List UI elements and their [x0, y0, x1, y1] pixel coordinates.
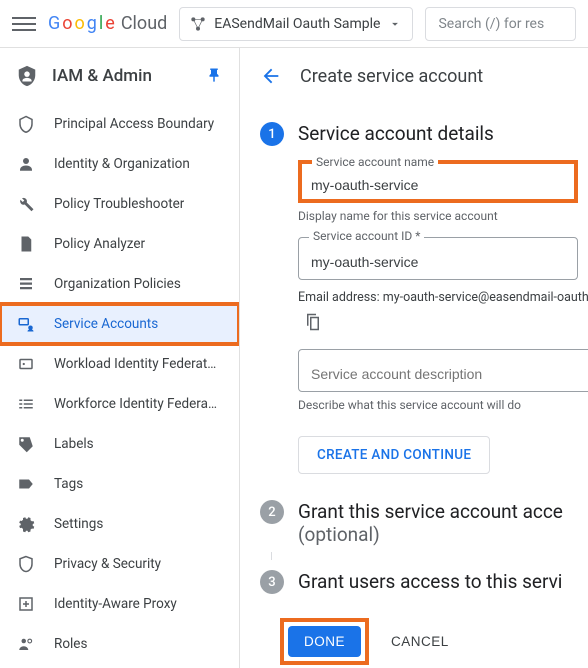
- service-account-name-input[interactable]: [311, 177, 565, 193]
- step-2-badge: 2: [260, 500, 284, 524]
- tag-icon: [16, 434, 36, 454]
- sidebar-item-tags[interactable]: Tags: [0, 464, 239, 504]
- project-picker[interactable]: EASendMail Oauth Sample: [179, 7, 413, 41]
- service-account-desc-field[interactable]: [298, 349, 588, 392]
- page-header: Create service account: [240, 48, 588, 104]
- service-account-desc-input[interactable]: [311, 366, 585, 382]
- sidebar-item-settings[interactable]: Settings: [0, 504, 239, 544]
- project-icon: [190, 16, 206, 32]
- back-arrow-icon[interactable]: [260, 65, 282, 87]
- workload-icon: [16, 354, 36, 374]
- sidebar-item-policy-troubleshooter[interactable]: Policy Troubleshooter: [0, 184, 239, 224]
- service-account-id-input[interactable]: [311, 254, 565, 270]
- document-icon: [16, 234, 36, 254]
- search-input[interactable]: Search (/) for res: [425, 7, 576, 41]
- step-2-title: Grant this service account acce (optiona…: [298, 500, 563, 546]
- name-field-label: Service account name: [312, 155, 438, 169]
- cancel-button[interactable]: CANCEL: [391, 634, 449, 649]
- sidebar-nav[interactable]: Principal Access Boundary Identity & Org…: [0, 104, 239, 668]
- workforce-icon: [16, 394, 36, 414]
- sidebar-item-workforce-identity[interactable]: Workforce Identity Federa…: [0, 384, 239, 424]
- sidebar-title: IAM & Admin: [52, 66, 152, 86]
- sidebar-item-workload-identity[interactable]: Workload Identity Federat…: [0, 344, 239, 384]
- shield-icon: [16, 554, 36, 574]
- id-field-label: Service account ID *: [309, 229, 424, 243]
- label-icon: [16, 474, 36, 494]
- main-content: Create service account 1 Service account…: [240, 48, 588, 668]
- person-icon: [16, 154, 36, 174]
- page-title: Create service account: [300, 66, 483, 87]
- step-1-badge: 1: [260, 122, 284, 146]
- google-cloud-logo[interactable]: Google Cloud: [48, 13, 167, 34]
- service-account-name-field[interactable]: Service account name: [298, 160, 578, 203]
- pin-icon[interactable]: [205, 67, 223, 85]
- iap-icon: [16, 594, 36, 614]
- sidebar-item-roles[interactable]: Roles: [0, 624, 239, 664]
- search-placeholder: Search (/) for res: [438, 16, 544, 32]
- list-icon: [16, 274, 36, 294]
- sidebar-item-manage-resources[interactable]: Manage Resources: [0, 664, 239, 668]
- done-highlight: DONE: [280, 618, 369, 665]
- sidebar-item-identity-org[interactable]: Identity & Organization: [0, 144, 239, 184]
- chevron-down-icon: [388, 17, 402, 31]
- footer-actions: DONE CANCEL: [260, 608, 588, 665]
- wrench-icon: [16, 194, 36, 214]
- sidebar-item-org-policies[interactable]: Organization Policies: [0, 264, 239, 304]
- done-button[interactable]: DONE: [288, 626, 361, 657]
- service-account-icon: [16, 314, 36, 334]
- hamburger-menu-icon[interactable]: [12, 12, 36, 36]
- name-helper: Display name for this service account: [298, 209, 588, 223]
- step-3-title: Grant users access to this servi: [298, 570, 562, 594]
- sidebar-item-iap[interactable]: Identity-Aware Proxy: [0, 584, 239, 624]
- sidebar-header: IAM & Admin: [0, 48, 239, 104]
- step-3-badge: 3: [260, 570, 284, 594]
- project-name: EASendMail Oauth Sample: [214, 16, 380, 32]
- sidebar: IAM & Admin Principal Access Boundary Id…: [0, 48, 240, 668]
- iam-admin-icon: [16, 65, 38, 87]
- sidebar-item-service-accounts[interactable]: Service Accounts: [0, 304, 239, 344]
- sidebar-item-labels[interactable]: Labels: [0, 424, 239, 464]
- create-and-continue-button[interactable]: CREATE AND CONTINUE: [298, 436, 490, 474]
- service-account-id-field[interactable]: Service account ID *: [298, 237, 578, 280]
- copy-icon[interactable]: [304, 313, 322, 331]
- step-1-title: Service account details: [298, 122, 494, 146]
- boundary-icon: [16, 114, 36, 134]
- sidebar-item-policy-analyzer[interactable]: Policy Analyzer: [0, 224, 239, 264]
- roles-icon: [16, 634, 36, 654]
- email-address-row: Email address: my-oauth-service@easendma…: [298, 290, 588, 305]
- sidebar-item-privacy-security[interactable]: Privacy & Security: [0, 544, 239, 584]
- sidebar-item-principal-access[interactable]: Principal Access Boundary: [0, 104, 239, 144]
- top-bar: Google Cloud EASendMail Oauth Sample Sea…: [0, 0, 588, 48]
- gear-icon: [16, 514, 36, 534]
- desc-helper: Describe what this service account will …: [298, 398, 588, 412]
